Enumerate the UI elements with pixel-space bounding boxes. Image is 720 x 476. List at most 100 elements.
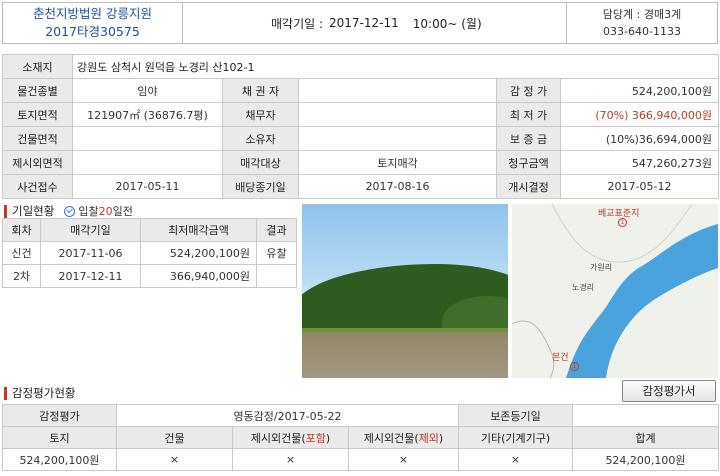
registration-label: 보존등기일 <box>458 404 573 427</box>
dividend-deadline-label: 배당종기일 <box>222 174 299 199</box>
section-marker <box>4 386 7 400</box>
case-number: 2017타경30575 <box>45 24 140 39</box>
deposit-label: 보 증 금 <box>496 126 561 151</box>
col-result: 결과 <box>256 218 297 242</box>
etc-value: × <box>458 448 573 471</box>
bid-countdown: 입찰 20 일전 <box>64 203 133 219</box>
extra-excluded-suffix: ) <box>438 431 444 445</box>
col-round: 회차 <box>2 218 41 242</box>
building-area-label: 건물면적 <box>2 126 73 151</box>
owner-value <box>298 126 497 151</box>
type-label: 물건종별 <box>2 78 73 103</box>
extra-included-prefix: 제시외건물( <box>250 431 306 445</box>
col-min-price: 최저매각금액 <box>140 218 257 242</box>
section-marker <box>4 204 7 218</box>
debtor-value <box>298 102 497 127</box>
land-area-value: 121907㎡ (36876.7평) <box>72 102 223 127</box>
land-value: 524,200,100원 <box>2 448 117 471</box>
history-title: 기일현황 <box>12 204 55 218</box>
min-price-label: 최 저 가 <box>496 102 561 127</box>
land-area-label: 토지면적 <box>2 102 73 127</box>
claim-value: 547,260,273원 <box>559 150 720 175</box>
table-row: 건물면적 소유자 보 증 금 (10%)36,694,000원 <box>2 126 720 151</box>
photo-field <box>302 332 508 378</box>
address-label: 소재지 <box>2 54 73 79</box>
type-value: 임야 <box>72 78 223 103</box>
clock-icon <box>64 205 76 217</box>
sale-date-label: 매각기일 : <box>271 16 324 31</box>
min-price-amount: 366,940,000원 <box>631 108 713 122</box>
map-label-side: 가원리 <box>590 263 613 272</box>
map-marker-standard: 1 <box>618 218 627 227</box>
bid-countdown-suffix: 일전 <box>112 205 133 218</box>
commencement-label: 개시결정 <box>496 174 561 199</box>
bid-countdown-days: 20 <box>98 204 113 218</box>
table-row: 감정평가 영동감정/2017-05-22 보존등기일 <box>2 404 719 427</box>
col-building: 건물 <box>116 426 233 449</box>
claim-label: 청구금액 <box>496 150 561 175</box>
round: 신건 <box>2 241 41 265</box>
sale-date: 2017-12-11 <box>40 264 141 288</box>
appraisal-section-title: 감정평가현황 <box>4 385 75 401</box>
extra-included-suffix: ) <box>325 431 331 445</box>
appraisal-table: 감정평가 영동감정/2017-05-22 보존등기일 토지 건물 제시외건물(포… <box>2 404 719 471</box>
owner-label: 소유자 <box>222 126 299 151</box>
auction-history-table: 회차 매각기일 최저매각금액 결과 신건 2017-11-06 524,200,… <box>2 218 297 288</box>
appraisal-label: 감 정 가 <box>496 78 561 103</box>
map-label-place: 노경리 <box>572 283 595 292</box>
building-value: × <box>116 448 233 471</box>
contact-block: 담당계 : 경매3계 033-640-1133 <box>567 3 717 43</box>
building-area-value <box>72 126 223 151</box>
map-drawing <box>512 204 718 378</box>
property-info-table: 소재지 강원도 삼척시 원덕읍 노경리 산102-1 물건종별 임야 채 권 자… <box>2 54 720 199</box>
location-map[interactable]: 베교표준지 1 노경리 가원리 본건 1 <box>512 204 718 378</box>
extra-excluded-value: × <box>348 448 459 471</box>
creditor-value <box>298 78 497 103</box>
excluded-area-value <box>72 150 223 175</box>
creditor-label: 채 권 자 <box>222 78 299 103</box>
result: 유찰 <box>256 241 297 265</box>
court-name: 춘천지방법원 강릉지원 <box>33 6 152 21</box>
table-row: 신건 2017-11-06 524,200,100원 유찰 <box>2 241 297 265</box>
col-extra-excluded: 제시외건물(제외) <box>348 426 459 449</box>
min-price-percent: (70%) <box>595 108 629 122</box>
filed-label: 사건접수 <box>2 174 73 199</box>
address-value: 강원도 삼척시 원덕읍 노경리 산102-1 <box>71 54 720 79</box>
bid-countdown-prefix: 입찰 <box>78 205 99 218</box>
property-photo[interactable] <box>302 204 508 378</box>
debtor-label: 채무자 <box>222 102 299 127</box>
department: 담당계 : 경매3계 <box>602 8 682 21</box>
history-section-title: 기일현황 입찰 20 일전 <box>4 203 133 219</box>
table-row: 524,200,100원 × × × × 524,200,100원 <box>2 448 719 471</box>
excluded-area-label: 제시외면적 <box>2 150 73 175</box>
appraisal-report-button[interactable]: 감정평가서 <box>622 380 716 402</box>
col-land: 토지 <box>2 426 117 449</box>
registration-value <box>572 404 719 427</box>
result <box>256 264 297 288</box>
appraiser-value: 영동감정/2017-05-22 <box>116 404 459 427</box>
phone-number: 033-640-1133 <box>603 25 681 38</box>
map-label-standard: 베교표준지 <box>598 209 640 219</box>
extra-included-word: 포함 <box>305 431 326 445</box>
sale-target-label: 매각대상 <box>222 150 299 175</box>
table-row: 2차 2017-12-11 366,940,000원 <box>2 264 297 288</box>
col-extra-included: 제시외건물(포함) <box>232 426 349 449</box>
min-price: 366,940,000원 <box>140 264 257 288</box>
min-price-value: (70%) 366,940,000원 <box>559 102 720 127</box>
commencement-value: 2017-05-12 <box>559 174 720 199</box>
total-value: 524,200,100원 <box>572 448 719 471</box>
case-header: 춘천지방법원 강릉지원 2017타경30575 매각기일 : 2017-12-1… <box>2 2 718 44</box>
river-shape <box>566 224 718 378</box>
table-header-row: 회차 매각기일 최저매각금액 결과 <box>2 218 297 242</box>
court-block: 춘천지방법원 강릉지원 2017타경30575 <box>3 3 183 43</box>
road-line <box>512 320 555 378</box>
sale-time-value: 10:00~ (월) <box>412 16 482 31</box>
sale-target-value: 토지매각 <box>298 150 497 175</box>
table-row: 사건접수 2017-05-11 배당종기일 2017-08-16 개시결정 20… <box>2 174 720 199</box>
table-row: 소재지 강원도 삼척시 원덕읍 노경리 산102-1 <box>2 54 720 79</box>
table-row: 물건종별 임야 채 권 자 감 정 가 524,200,100원 <box>2 78 720 103</box>
sale-date-block: 매각기일 : 2017-12-11 10:00~ (월) <box>183 3 567 43</box>
extra-included-value: × <box>232 448 349 471</box>
sale-date: 2017-11-06 <box>40 241 141 265</box>
round: 2차 <box>2 264 41 288</box>
